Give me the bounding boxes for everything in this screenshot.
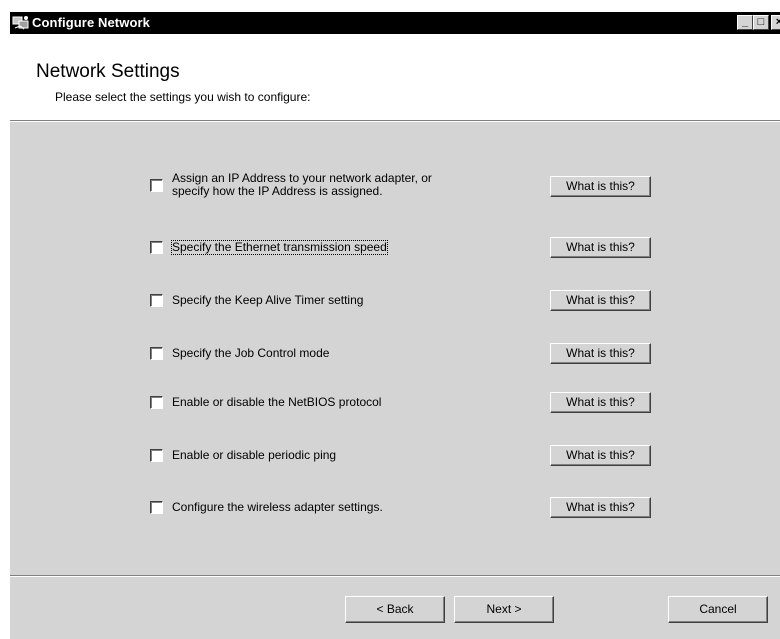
next-button[interactable]: Next > <box>454 596 554 623</box>
ip-address-label[interactable]: Assign an IP Address to your network ada… <box>172 172 432 198</box>
close-button[interactable]: × <box>771 15 780 30</box>
job-control-label[interactable]: Specify the Job Control mode <box>172 347 329 360</box>
option-row-periodic-ping: Enable or disable periodic ping What is … <box>10 445 780 479</box>
back-button[interactable]: < Back <box>345 596 445 623</box>
ip-address-checkbox[interactable] <box>150 179 163 192</box>
netbios-help-button[interactable]: What is this? <box>550 392 651 413</box>
netbios-checkbox[interactable] <box>150 396 163 409</box>
title-bar[interactable]: Configure Network _ □ × <box>10 12 780 34</box>
netbios-label[interactable]: Enable or disable the NetBIOS protocol <box>172 396 381 409</box>
minimize-icon: _ <box>741 16 749 28</box>
network-app-icon <box>12 16 29 30</box>
periodic-ping-help-button[interactable]: What is this? <box>550 445 651 466</box>
ethernet-speed-checkbox[interactable] <box>150 241 163 254</box>
wireless-checkbox[interactable] <box>150 501 163 514</box>
option-row-netbios: Enable or disable the NetBIOS protocol W… <box>10 392 780 426</box>
keep-alive-help-button[interactable]: What is this? <box>550 290 651 311</box>
keep-alive-label[interactable]: Specify the Keep Alive Timer setting <box>172 294 363 307</box>
cancel-button[interactable]: Cancel <box>668 596 768 623</box>
window-title: Configure Network <box>32 15 150 30</box>
ip-address-label-line2: specify how the IP Address is assigned. <box>172 184 383 198</box>
wireless-label[interactable]: Configure the wireless adapter settings. <box>172 501 383 514</box>
option-row-ip-address: Assign an IP Address to your network ada… <box>10 172 780 206</box>
maximize-icon: □ <box>757 16 765 28</box>
job-control-checkbox[interactable] <box>150 347 163 360</box>
page-title: Network Settings <box>36 61 180 82</box>
configure-network-window: Configure Network _ □ × Network Settings… <box>9 11 780 639</box>
ip-address-help-button[interactable]: What is this? <box>550 176 651 197</box>
close-icon: × <box>776 16 780 28</box>
ethernet-speed-label[interactable]: Specify the Ethernet transmission speed <box>171 240 388 255</box>
option-row-wireless: Configure the wireless adapter settings.… <box>10 497 780 531</box>
option-row-keep-alive: Specify the Keep Alive Timer setting Wha… <box>10 290 780 324</box>
footer-divider-highlight <box>10 576 780 577</box>
job-control-help-button[interactable]: What is this? <box>550 343 651 364</box>
option-row-ethernet-speed: Specify the Ethernet transmission speed … <box>10 237 780 271</box>
page-subtitle: Please select the settings you wish to c… <box>55 90 311 104</box>
ethernet-speed-help-button[interactable]: What is this? <box>550 237 651 258</box>
option-row-job-control: Specify the Job Control mode What is thi… <box>10 343 780 377</box>
wireless-help-button[interactable]: What is this? <box>550 497 651 518</box>
minimize-button[interactable]: _ <box>737 15 753 30</box>
keep-alive-checkbox[interactable] <box>150 294 163 307</box>
maximize-button[interactable]: □ <box>753 15 769 30</box>
header-divider <box>10 121 780 122</box>
wizard-header: Network Settings Please select the setti… <box>10 34 780 121</box>
periodic-ping-label[interactable]: Enable or disable periodic ping <box>172 449 336 462</box>
periodic-ping-checkbox[interactable] <box>150 449 163 462</box>
